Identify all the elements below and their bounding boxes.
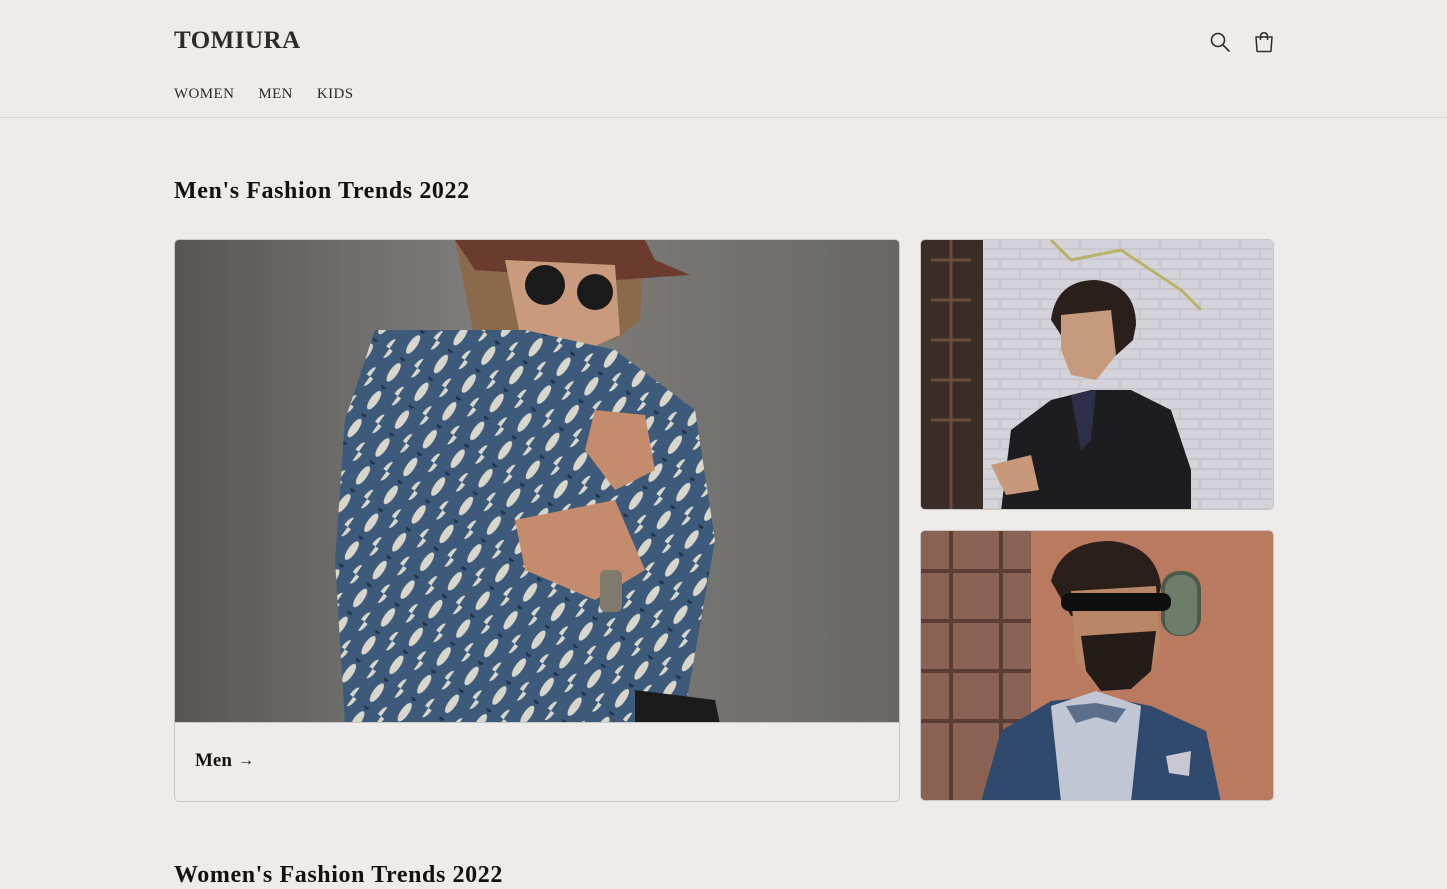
brand-logo[interactable]: TOMIURA — [174, 27, 301, 55]
cart-icon — [1255, 32, 1273, 53]
collection-image-men — [175, 240, 899, 724]
cart-button[interactable] — [1249, 27, 1279, 57]
collection-card-footer: Men → — [175, 722, 899, 801]
search-button[interactable] — [1205, 27, 1235, 57]
collection-image-coat — [921, 240, 1273, 509]
collection-card-coat[interactable] — [920, 239, 1274, 510]
collection-label: Men — [195, 750, 232, 771]
main-nav: WOMEN MEN KIDS — [174, 86, 353, 103]
arrow-right-icon: → — [237, 752, 254, 769]
nav-item-women[interactable]: WOMEN — [174, 86, 234, 103]
site-header: TOMIURA WOMEN MEN KIDS — [0, 0, 1447, 118]
nav-item-men[interactable]: MEN — [258, 86, 293, 103]
section-title-women: Women's Fashion Trends 2022 — [174, 862, 503, 888]
collection-image-suit — [921, 531, 1273, 800]
collection-link-men[interactable]: Men → — [195, 750, 254, 772]
nav-item-kids[interactable]: KIDS — [317, 86, 354, 103]
collection-card-men[interactable]: Men → — [174, 239, 900, 802]
search-icon — [1210, 32, 1230, 52]
collection-card-suit[interactable] — [920, 530, 1274, 801]
section-title-men: Men's Fashion Trends 2022 — [174, 178, 470, 204]
